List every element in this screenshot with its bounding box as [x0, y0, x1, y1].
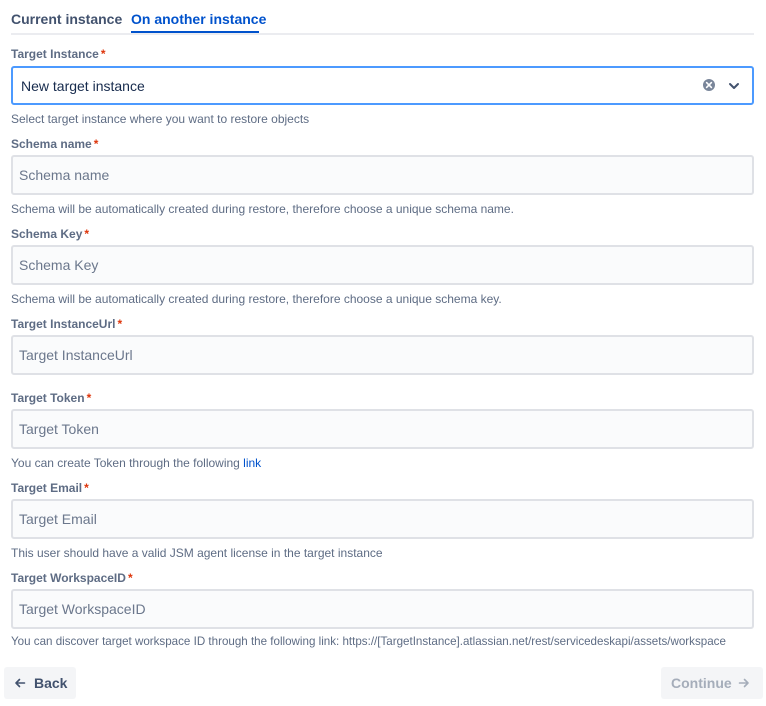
tab-another-instance[interactable]: On another instance: [131, 11, 266, 27]
create-token-link[interactable]: link: [243, 456, 261, 470]
email-help: This user should have a valid JSM agent …: [11, 546, 383, 560]
chevron-down-icon[interactable]: [726, 78, 742, 94]
workspace-label-text: Target WorkspaceID: [11, 571, 126, 585]
schema-name-input[interactable]: [11, 155, 754, 195]
workspace-input[interactable]: [11, 589, 754, 629]
instance-url-label-text: Target InstanceUrl: [11, 317, 116, 331]
schema-key-label-text: Schema Key: [11, 227, 83, 241]
target-instance-help: Select target instance where you want to…: [11, 112, 310, 126]
token-label: Target Token *: [11, 391, 91, 405]
instance-url-input[interactable]: [11, 335, 754, 375]
schema-name-label: Schema name *: [11, 137, 98, 151]
token-help-text: You can create Token through the followi…: [11, 456, 244, 470]
target-instance-selected-value: New target instance: [21, 78, 145, 94]
restore-page: Current instance On another instance Tar…: [0, 0, 766, 706]
schema-name-help: Schema will be automatically created dur…: [11, 202, 514, 216]
schema-key-help: Schema will be automatically created dur…: [11, 292, 502, 306]
tab-current-instance[interactable]: Current instance: [11, 11, 122, 27]
back-button-label: Back: [34, 675, 68, 691]
token-help: You can create Token through the followi…: [11, 456, 261, 470]
required-marker: *: [117, 317, 123, 331]
workspace-label: Target WorkspaceID *: [11, 571, 133, 585]
target-instance-label-text: Target Instance: [11, 47, 99, 61]
required-marker: *: [84, 227, 90, 241]
schema-key-label: Schema Key *: [11, 227, 89, 241]
schema-key-input[interactable]: [11, 245, 754, 285]
email-input[interactable]: [11, 499, 754, 539]
required-marker: *: [84, 481, 89, 495]
back-button[interactable]: Back: [4, 667, 76, 699]
required-marker: *: [93, 137, 99, 151]
target-instance-select[interactable]: New target instance: [11, 66, 754, 105]
schema-name-label-text: Schema name: [11, 137, 92, 151]
required-marker: *: [100, 47, 106, 61]
target-instance-label: Target Instance *: [11, 47, 105, 61]
tab-bar: Current instance On another instance: [11, 0, 754, 35]
token-input[interactable]: [11, 409, 754, 449]
instance-url-label: Target InstanceUrl *: [11, 317, 122, 331]
email-label: Target Email *: [11, 481, 89, 495]
active-tab-indicator: [131, 31, 259, 33]
continue-button[interactable]: Continue: [661, 667, 763, 699]
arrow-right-icon: [738, 678, 749, 688]
arrow-left-icon: [15, 678, 26, 688]
clear-icon[interactable]: [702, 78, 716, 92]
workspace-help: You can discover target workspace ID thr…: [11, 635, 726, 648]
continue-button-label: Continue: [671, 675, 732, 691]
required-marker: *: [127, 571, 133, 585]
email-label-text: Target Email: [11, 481, 83, 495]
required-marker: *: [86, 391, 92, 405]
token-label-text: Target Token: [11, 391, 85, 405]
